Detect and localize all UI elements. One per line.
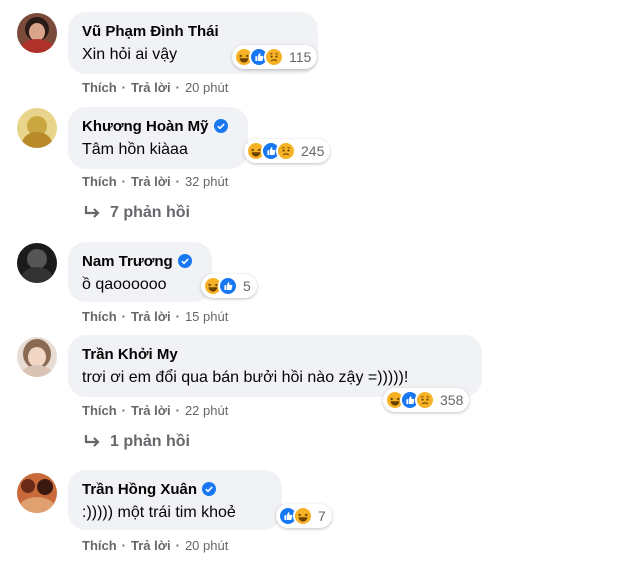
reaction-count: 115 xyxy=(289,49,312,65)
replies-count: 7 phản hồi xyxy=(110,204,190,221)
comment-text: :))))) một trái tim khoẻ xyxy=(82,504,236,521)
reaction-summary[interactable]: 358 xyxy=(383,388,470,412)
comment-text: Tâm hồn kiàaa xyxy=(82,141,188,158)
timestamp[interactable]: 22 phút xyxy=(185,403,228,418)
replies-count: 1 phản hồi xyxy=(110,433,190,450)
commenter-name[interactable]: Trần Khởi My xyxy=(82,346,178,363)
reply-arrow-icon xyxy=(84,435,100,447)
reply-link[interactable]: Trả lời xyxy=(131,174,171,189)
commenter-name[interactable]: Trần Hồng Xuân xyxy=(82,481,197,498)
reaction-summary[interactable]: 5 xyxy=(201,274,257,298)
verified-badge-icon xyxy=(177,254,192,268)
comment-actions: Thích · Trả lời · 15 phút xyxy=(82,309,229,324)
like-link[interactable]: Thích xyxy=(82,174,117,189)
like-link[interactable]: Thích xyxy=(82,403,117,418)
reaction-count: 245 xyxy=(301,143,325,159)
comment-text: ồ qaoooooo xyxy=(82,276,167,293)
reply-link[interactable]: Trả lời xyxy=(131,309,171,324)
sad-reaction-icon xyxy=(415,390,435,410)
sad-reaction-icon xyxy=(264,47,284,67)
avatar[interactable] xyxy=(17,337,57,377)
timestamp[interactable]: 32 phút xyxy=(185,174,228,189)
reaction-summary[interactable]: 115 xyxy=(232,45,318,69)
comment-bubble: Trần Hồng Xuân :))))) một trái tim khoẻ xyxy=(68,470,282,530)
comment-actions: Thích · Trả lời · 20 phút xyxy=(82,80,229,95)
comment-bubble: Nam Trương ồ qaoooooo xyxy=(68,242,212,302)
avatar[interactable] xyxy=(17,243,57,283)
reaction-count: 358 xyxy=(440,392,464,408)
timestamp[interactable]: 15 phút xyxy=(185,309,228,324)
comment-actions: Thích · Trả lời · 22 phút xyxy=(82,403,229,418)
reaction-count: 7 xyxy=(318,508,326,524)
avatar[interactable] xyxy=(17,473,57,513)
timestamp[interactable]: 20 phút xyxy=(185,538,228,553)
reply-link[interactable]: Trả lời xyxy=(131,80,171,95)
like-link[interactable]: Thích xyxy=(82,80,117,95)
reply-arrow-icon xyxy=(84,206,100,218)
view-replies-link[interactable]: 7 phản hồi xyxy=(84,204,190,222)
reply-link[interactable]: Trả lời xyxy=(131,538,171,553)
reaction-summary[interactable]: 245 xyxy=(244,139,331,163)
comment-actions: Thích · Trả lời · 20 phút xyxy=(82,538,229,553)
verified-badge-icon xyxy=(213,119,228,133)
like-link[interactable]: Thích xyxy=(82,538,117,553)
avatar[interactable] xyxy=(17,108,57,148)
timestamp[interactable]: 20 phút xyxy=(185,80,228,95)
like-link[interactable]: Thích xyxy=(82,309,117,324)
verified-badge-icon xyxy=(202,482,217,496)
comment-bubble: Khương Hoàn Mỹ Tâm hồn kiàaa xyxy=(68,107,248,169)
sad-reaction-icon xyxy=(276,141,296,161)
reaction-count: 5 xyxy=(243,278,251,294)
comment-text: trơi ơi em đổi qua bán bưởi hồi nào zậy … xyxy=(82,369,409,386)
like-reaction-icon xyxy=(218,276,238,296)
haha-reaction-icon xyxy=(293,506,313,526)
commenter-name[interactable]: Khương Hoàn Mỹ xyxy=(82,118,209,135)
avatar[interactable] xyxy=(17,13,57,53)
view-replies-link[interactable]: 1 phản hồi xyxy=(84,433,190,451)
comment-actions: Thích · Trả lời · 32 phút xyxy=(82,174,229,189)
commenter-name[interactable]: Vũ Phạm Đình Thái xyxy=(82,23,219,40)
reply-link[interactable]: Trả lời xyxy=(131,403,171,418)
reaction-summary[interactable]: 7 xyxy=(276,504,332,528)
commenter-name[interactable]: Nam Trương xyxy=(82,253,173,270)
